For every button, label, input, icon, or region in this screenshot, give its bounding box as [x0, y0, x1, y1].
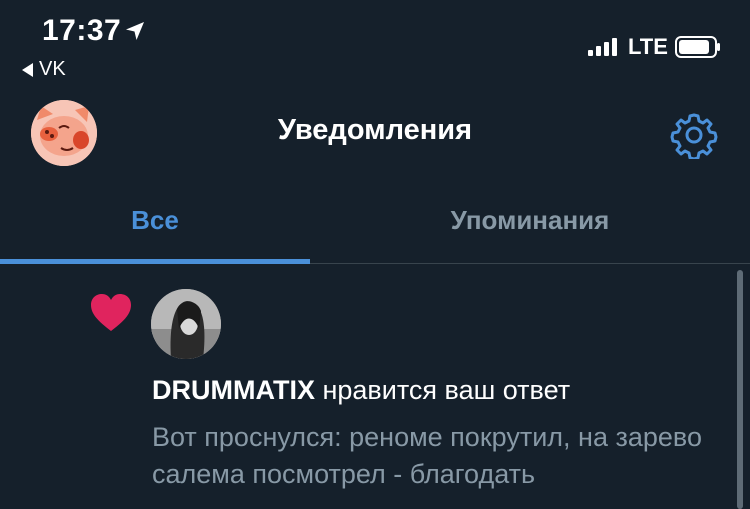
heart-icon — [91, 294, 131, 331]
back-to-app-button[interactable]: VK — [22, 58, 66, 81]
tab-bar: Все Упоминания — [0, 176, 750, 264]
status-bar: 17:37 VK LTE — [0, 0, 750, 88]
carrier-label: LTE — [628, 34, 668, 59]
signal-bars-icon — [588, 38, 617, 56]
back-triangle-icon — [22, 62, 33, 77]
notification-title: DRUMMATIX нравится ваш ответ — [152, 375, 570, 406]
tab-all[interactable]: Все — [0, 176, 310, 264]
user-photo — [151, 289, 221, 359]
back-app-label: VK — [39, 58, 66, 80]
active-tab-indicator — [0, 259, 310, 264]
notification-action: нравится ваш ответ — [314, 375, 571, 405]
page-title: Уведомления — [277, 114, 473, 146]
gear-icon[interactable] — [670, 111, 718, 159]
notification-preview: Вот проснулся: реноме покрутил, на зарев… — [152, 422, 702, 489]
user-avatar[interactable] — [151, 289, 221, 359]
notification-item[interactable]: DRUMMATIX нравится ваш ответ Вот проснул… — [0, 265, 750, 509]
header: Уведомления — [0, 92, 750, 176]
battery-icon — [675, 36, 720, 58]
status-time: 17:37 — [42, 14, 122, 47]
notification-username[interactable]: DRUMMATIX — [152, 375, 315, 405]
tab-mentions[interactable]: Упоминания — [375, 176, 685, 264]
scrollbar[interactable] — [737, 270, 743, 509]
location-arrow-icon — [126, 22, 144, 40]
